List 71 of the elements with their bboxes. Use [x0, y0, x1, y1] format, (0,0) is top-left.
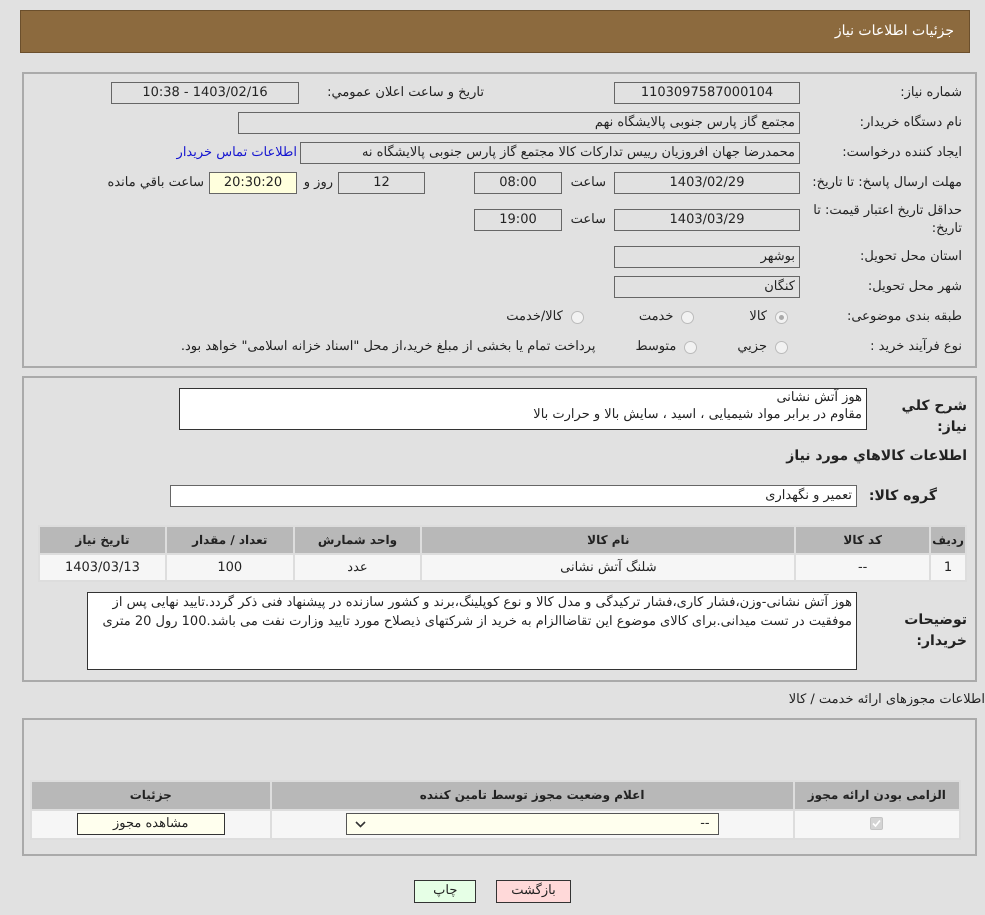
- table-cell: 1: [930, 554, 966, 581]
- text-field[interactable]: 20:30:20: [209, 172, 297, 194]
- field-label: مهلت ارسال پاسخ: تا تاریخ:: [811, 174, 963, 192]
- column-header: رديف: [930, 526, 966, 554]
- column-header: الزامی بودن ارائه مجوز: [794, 780, 960, 810]
- field-label: توضیحات خریدار:: [903, 611, 967, 651]
- column-header: کد کالا: [795, 526, 930, 554]
- column-header: تعداد / مقدار: [166, 526, 294, 554]
- days-label: روز و: [302, 174, 333, 192]
- buyer-contact-link[interactable]: اطلاعات تماس خریدار: [176, 143, 297, 163]
- radio-label: جزيي: [737, 338, 767, 356]
- column-header: نام کالا: [421, 526, 796, 554]
- back-button[interactable]: بازگشت: [496, 880, 571, 902]
- field-label: گروه کالا:: [868, 486, 938, 506]
- column-header: تاریخ نیاز: [39, 526, 166, 554]
- radio-button[interactable]: [684, 340, 698, 354]
- radio-label: کالا/خدمت: [506, 308, 563, 326]
- radio-label: کالا: [749, 308, 767, 326]
- payment-note: پرداخت تمام یا بخشی از مبلغ خرید،از محل "اسناد خزانه اسلامی" خواهد بود.: [180, 338, 596, 356]
- print-button[interactable]: چاپ: [414, 880, 476, 902]
- chevron-down-icon: [354, 820, 366, 828]
- check-icon: [872, 819, 882, 828]
- radio-button[interactable]: [681, 310, 694, 324]
- field-label: نوع فرآیند خرید :: [869, 338, 963, 356]
- buyer-notes-textarea[interactable]: هوز آتش نشانی-وزن،فشار کاری،فشار ترکیدگی و مدل کالا و نوع کوپلینگ،برند و کشور سازنده در پیشنهاد فنی ذکر گردد.تایید نهایی پس از موفقیت در تست میدانی.برای کالای موضوع این تقاضاالزام به خرید از شرکتهای ذیصلاح مورد تایید وزارت نفت می باشد.100 رول 20 متری: [87, 592, 857, 670]
- field-label: شرح کلي نیاز:: [900, 397, 967, 437]
- view-permit-button[interactable]: مشاهده مجوز: [76, 813, 225, 835]
- radio-label: خدمت: [638, 308, 674, 326]
- table-cell: 1403/03/13: [39, 554, 166, 581]
- field-label: استان محل تحویل:: [859, 248, 963, 266]
- field-label: شهر محل تحویل:: [866, 278, 963, 296]
- text-field[interactable]: مجتمع گاز پارس جنوبی پالایشگاه نهم: [238, 112, 800, 134]
- text-field[interactable]: 1103097587000104: [614, 82, 800, 104]
- time-label: ساعت: [570, 174, 606, 192]
- field-label: تاریخ و ساعت اعلان عمومي:: [326, 84, 485, 102]
- text-field[interactable]: کنگان: [614, 276, 800, 298]
- description-line: مقاوم در برابر مواد شیمیایی ، اسید ، سایش بالا و حرارت بالا: [532, 406, 862, 423]
- field-label: نام دستگاه خریدار:: [858, 114, 963, 132]
- radio-button[interactable]: [775, 340, 788, 354]
- text-field[interactable]: بوشهر: [614, 246, 800, 268]
- text-field[interactable]: 1403/02/29: [614, 172, 800, 194]
- field-label: طبقه بندی موضوعی:: [846, 308, 963, 326]
- column-header: واحد شمارش: [294, 526, 422, 554]
- text-field[interactable]: 08:00: [474, 172, 562, 194]
- radio-label: متوسط: [635, 338, 676, 356]
- field-label: ایجاد کننده درخواست:: [841, 144, 963, 162]
- column-header: جزئیات: [31, 780, 271, 810]
- remaining-label: ساعت باقي مانده: [108, 174, 204, 192]
- section-title: اطلاعات کالاهاي مورد نیاز: [786, 447, 967, 466]
- radio-button[interactable]: [570, 310, 584, 324]
- table-cell: عدد: [294, 554, 422, 581]
- description-line: هوز آتش نشانی: [775, 389, 862, 406]
- radio-button[interactable]: [775, 310, 788, 324]
- section-title: اطلاعات مجوزهای ارائه خدمت / کالا: [788, 691, 985, 709]
- table-cell: 100: [166, 554, 294, 581]
- column-header: اعلام وضعیت مجوز توسط تامین کننده: [270, 780, 794, 810]
- text-field[interactable]: 1403/02/16 - 10:38: [111, 82, 299, 104]
- field-label: شماره نیاز:: [899, 84, 963, 102]
- page-title: جزئیات اطلاعات نیاز: [834, 22, 954, 41]
- text-field[interactable]: 1403/03/29: [614, 209, 800, 231]
- status-dropdown[interactable]: --: [346, 813, 719, 835]
- text-field[interactable]: محمدرضا جهان افروزیان رییس تدارکات کالا مجتمع گاز پارس جنوبی پالایشگاه نه: [300, 142, 800, 164]
- field-label: حداقل تاریخ اعتبار قیمت: تا تاریخ:: [812, 202, 963, 238]
- description-textarea[interactable]: هوز آتش نشانی مقاوم در برابر مواد شیمیایی ، اسید ، سایش بالا و حرارت بالا: [179, 388, 867, 430]
- table-cell: شلنگ آتش نشانی: [421, 554, 796, 581]
- time-label: ساعت: [570, 211, 606, 230]
- table-cell: --: [795, 554, 930, 581]
- text-field[interactable]: 12: [338, 172, 425, 194]
- required-checkbox[interactable]: [870, 817, 884, 830]
- text-field[interactable]: تعمیر و نگهداری: [170, 485, 857, 507]
- text-field[interactable]: 19:00: [474, 209, 562, 231]
